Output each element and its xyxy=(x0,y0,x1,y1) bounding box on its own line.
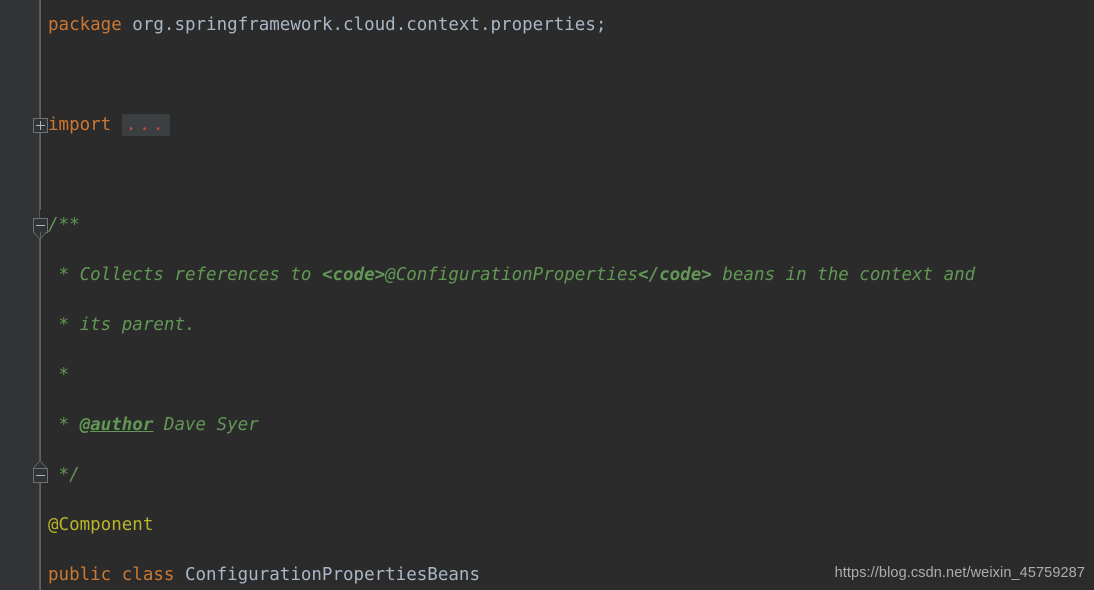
code-token: ... xyxy=(121,114,171,136)
code-line[interactable]: */ xyxy=(48,450,1094,500)
code-token: org.springframework.cloud.context.proper… xyxy=(132,15,607,35)
code-line[interactable]: * @author Dave Syer xyxy=(48,400,1094,450)
code-line[interactable]: * xyxy=(48,350,1094,400)
code-content[interactable]: package org.springframework.cloud.contex… xyxy=(48,0,1094,590)
code-line[interactable] xyxy=(48,150,1094,200)
editor-gutter[interactable] xyxy=(0,0,39,590)
code-token: @ConfigurationProperties xyxy=(385,265,639,285)
fold-rail xyxy=(40,132,41,210)
code-line[interactable] xyxy=(48,50,1094,100)
code-line[interactable]: @Component xyxy=(48,500,1094,550)
fold-rail xyxy=(40,0,41,118)
fold-marker-javadoc-start[interactable] xyxy=(33,218,48,233)
code-token: @Component xyxy=(48,515,154,535)
code-line[interactable]: package org.springframework.cloud.contex… xyxy=(48,0,1094,50)
code-line[interactable]: /** xyxy=(48,200,1094,250)
code-token: Dave Syer xyxy=(153,415,259,435)
code-token: </code> xyxy=(638,265,712,285)
code-line[interactable]: import ... xyxy=(48,100,1094,150)
fold-minus-bar xyxy=(36,475,45,476)
fold-end-arrow-icon xyxy=(33,460,47,468)
code-token: package xyxy=(48,15,133,35)
fold-rail xyxy=(40,482,41,590)
fold-rail xyxy=(40,232,41,460)
code-token: * Collects references to xyxy=(48,265,322,285)
fold-plus-bar xyxy=(40,121,41,130)
code-token: import xyxy=(48,115,122,135)
code-token: * xyxy=(48,415,80,435)
code-token: public class xyxy=(48,565,185,585)
code-token: */ xyxy=(48,465,80,485)
code-line[interactable]: * Collects references to <code>@Configur… xyxy=(48,250,1094,300)
code-editor[interactable]: package org.springframework.cloud.contex… xyxy=(0,0,1094,590)
code-line[interactable]: * its parent. xyxy=(48,300,1094,350)
code-token: * its parent. xyxy=(48,315,196,335)
code-token: ConfigurationPropertiesBeans xyxy=(184,565,480,585)
code-token: @author xyxy=(79,415,154,435)
code-token: <code> xyxy=(321,265,386,285)
watermark-url: https://blog.csdn.net/weixin_45759287 xyxy=(834,565,1085,581)
fold-marker-import[interactable] xyxy=(33,118,48,133)
code-token: /** xyxy=(48,215,80,235)
code-token: * xyxy=(48,365,70,385)
fold-minus-bar xyxy=(36,225,45,226)
code-token: beans in the context and xyxy=(711,265,976,285)
fold-marker-javadoc-end[interactable] xyxy=(33,468,48,483)
